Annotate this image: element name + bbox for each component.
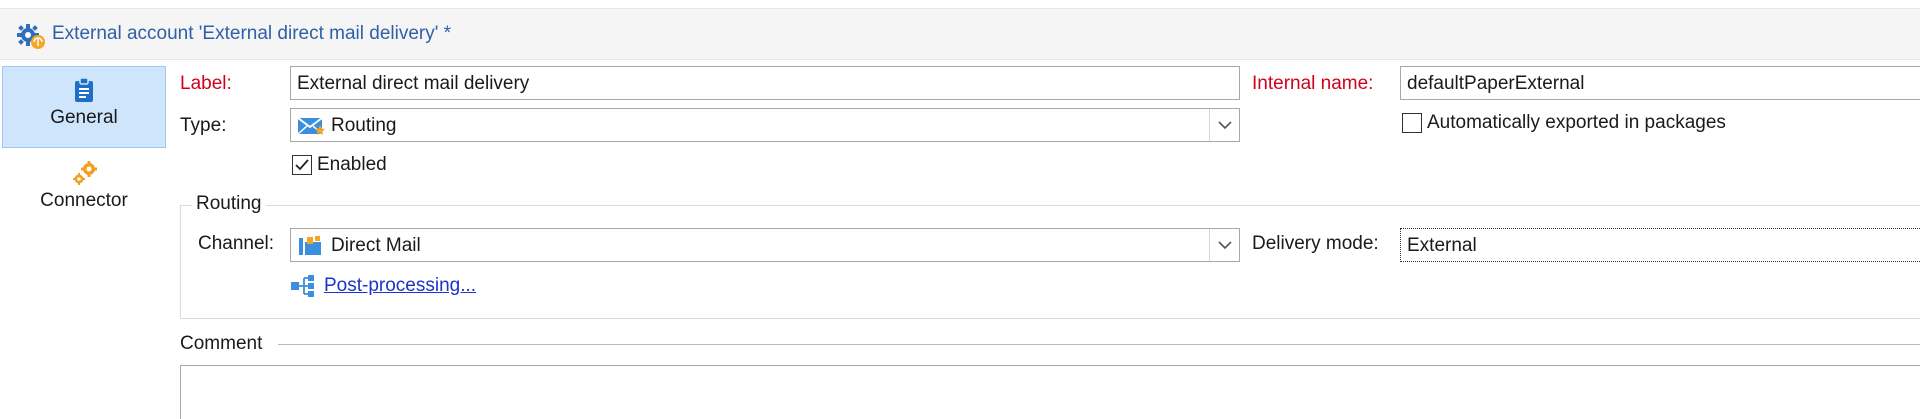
- external-account-icon: [17, 24, 47, 50]
- chevron-down-icon: [1217, 120, 1232, 129]
- tab-connector-label: Connector: [40, 190, 128, 211]
- chevron-down-icon: [1217, 240, 1232, 249]
- checkmark-icon: [295, 159, 309, 171]
- delivery-mode-caption: Delivery mode:: [1252, 233, 1379, 254]
- routing-group: [180, 205, 1920, 319]
- enabled-checkbox-box[interactable]: [292, 155, 312, 175]
- post-processing-link[interactable]: Post-processing...: [324, 275, 476, 297]
- direct-mail-icon: [297, 235, 327, 257]
- tab-connector[interactable]: Connector: [2, 150, 166, 220]
- label-input[interactable]: External direct mail delivery: [290, 66, 1240, 100]
- internal-name-input[interactable]: defaultPaperExternal: [1400, 66, 1920, 100]
- channel-select[interactable]: Direct Mail: [290, 228, 1240, 262]
- window-title-bar: External account 'External direct mail d…: [0, 8, 1920, 60]
- enabled-label: Enabled: [317, 154, 387, 175]
- type-select[interactable]: Routing: [290, 108, 1240, 142]
- enabled-checkbox[interactable]: Enabled: [292, 154, 387, 176]
- gears-icon: [72, 160, 97, 186]
- channel-caption: Channel:: [198, 233, 275, 254]
- auto-export-checkbox-box[interactable]: [1402, 113, 1422, 133]
- comment-textarea[interactable]: [180, 365, 1920, 419]
- delivery-mode-input[interactable]: External: [1400, 228, 1920, 262]
- window-title: External account 'External direct mail d…: [52, 23, 452, 44]
- routing-legend: Routing: [192, 193, 266, 215]
- comment-divider: [278, 344, 1920, 345]
- internal-name-caption: Internal name:: [1252, 73, 1374, 94]
- comment-legend: Comment: [180, 333, 263, 354]
- type-dropdown-button[interactable]: [1209, 109, 1239, 141]
- auto-export-label: Automatically exported in packages: [1427, 112, 1726, 133]
- routing-envelope-icon: [297, 115, 327, 137]
- type-value: Routing: [331, 115, 397, 136]
- channel-dropdown-button[interactable]: [1209, 229, 1239, 261]
- label-caption: Label:: [180, 73, 232, 94]
- workflow-icon: [290, 275, 318, 297]
- channel-value: Direct Mail: [331, 235, 421, 256]
- tab-general-label: General: [50, 107, 118, 128]
- type-caption: Type:: [180, 115, 227, 136]
- clipboard-icon: [72, 77, 96, 103]
- tab-general[interactable]: General: [2, 66, 166, 148]
- auto-export-checkbox[interactable]: Automatically exported in packages: [1402, 112, 1726, 134]
